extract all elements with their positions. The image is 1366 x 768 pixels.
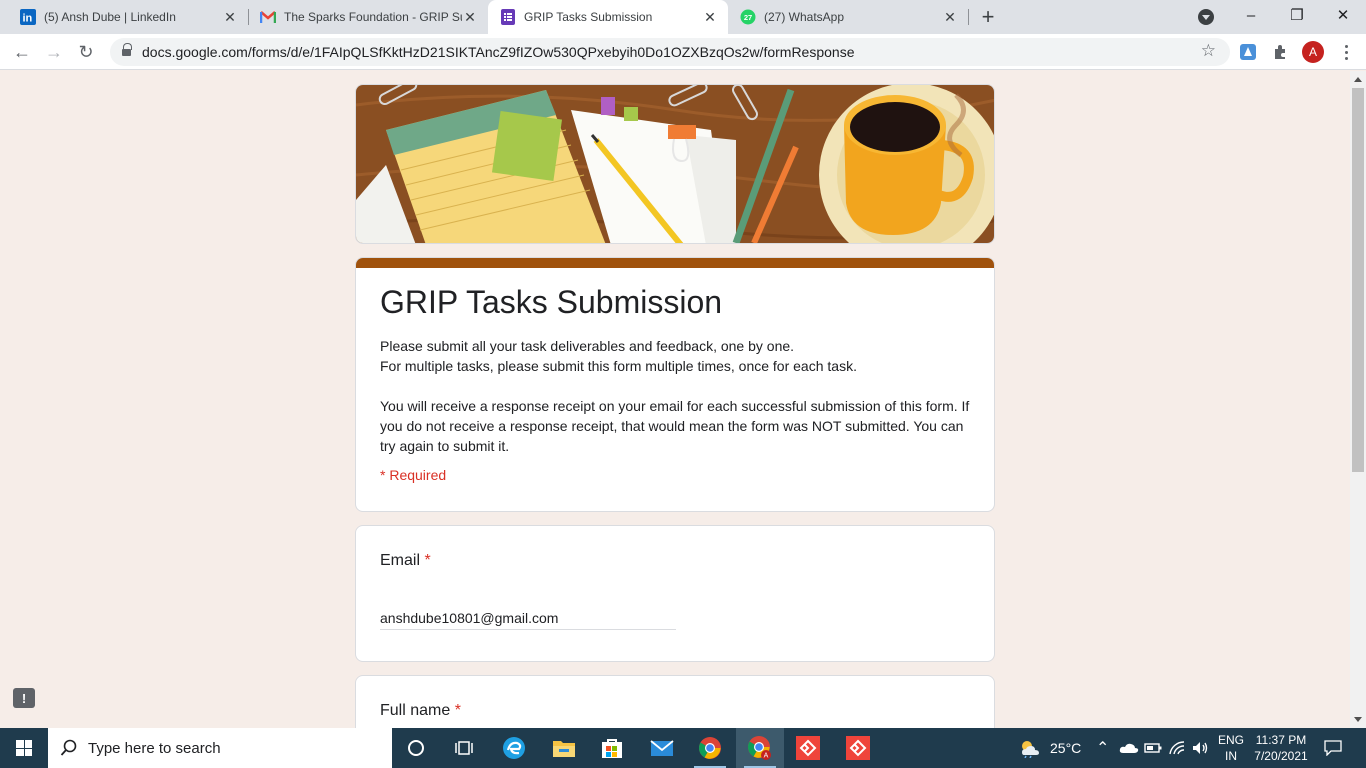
tab-title: (27) WhatsApp bbox=[764, 10, 845, 24]
close-window-button[interactable]: ✕ bbox=[1320, 0, 1366, 30]
show-hidden-icons-chevron-icon[interactable]: ⌃ bbox=[1096, 738, 1109, 758]
question-label-text: Email bbox=[380, 552, 421, 569]
tab-divider bbox=[968, 9, 969, 25]
microsoft-store-icon[interactable] bbox=[588, 728, 636, 768]
onedrive-cloud-icon[interactable] bbox=[1118, 728, 1140, 768]
wifi-icon[interactable] bbox=[1166, 728, 1188, 768]
weather-icon[interactable] bbox=[1012, 728, 1048, 768]
tab-title: GRIP Tasks Submission bbox=[524, 10, 653, 24]
tab-linkedin[interactable]: in (5) Ansh Dube | LinkedIn ✕ bbox=[8, 0, 248, 34]
report-feedback-icon[interactable]: ! bbox=[13, 688, 35, 708]
browser-menu-icon[interactable] bbox=[1336, 42, 1356, 62]
bookmark-star-icon[interactable]: ☆ bbox=[1201, 41, 1216, 61]
mail-icon[interactable] bbox=[638, 728, 686, 768]
start-button[interactable] bbox=[0, 728, 48, 768]
input-language[interactable]: ENG bbox=[1216, 733, 1246, 747]
tab-title: (5) Ansh Dube | LinkedIn bbox=[44, 10, 176, 24]
browser-tab-strip: in (5) Ansh Dube | LinkedIn ✕ The Sparks… bbox=[0, 0, 1366, 34]
required-asterisk: * bbox=[424, 552, 431, 569]
required-asterisk: * bbox=[454, 702, 461, 719]
google-forms-icon bbox=[500, 9, 516, 25]
extensions-puzzle-icon[interactable] bbox=[1270, 42, 1290, 62]
close-tab-icon[interactable]: ✕ bbox=[462, 9, 478, 25]
linkedin-icon: in bbox=[20, 9, 36, 25]
chrome-icon[interactable] bbox=[686, 728, 734, 768]
whatsapp-badge: 27 bbox=[744, 13, 752, 22]
taskbar-search-box[interactable]: Type here to search bbox=[48, 728, 392, 768]
clock-time[interactable]: 11:37 PM bbox=[1250, 733, 1312, 747]
file-explorer-icon[interactable] bbox=[540, 728, 588, 768]
scroll-thumb[interactable] bbox=[1352, 88, 1364, 472]
search-icon bbox=[60, 739, 77, 756]
chrome-profile-badge: A bbox=[764, 753, 769, 760]
chrome-profile-icon[interactable]: A bbox=[736, 728, 784, 768]
form-title-card: GRIP Tasks Submission Please submit all … bbox=[355, 257, 995, 512]
tab-google-forms[interactable]: GRIP Tasks Submission ✕ bbox=[488, 0, 728, 34]
required-note: * Required bbox=[380, 467, 447, 483]
tab-gmail[interactable]: The Sparks Foundation - GRIP Submission … bbox=[248, 0, 488, 34]
search-placeholder: Type here to search bbox=[88, 739, 221, 757]
windows-taskbar: Type here to search A 25°C ⌃ ENG IN 11:3… bbox=[0, 728, 1366, 768]
question-label-text: Full name bbox=[380, 702, 451, 719]
windows-logo-icon bbox=[16, 740, 32, 756]
email-field[interactable] bbox=[380, 606, 676, 630]
question-card-email: Email * bbox=[355, 525, 995, 662]
lock-icon bbox=[122, 43, 132, 57]
form-header-image bbox=[355, 84, 995, 244]
cortana-icon[interactable] bbox=[392, 728, 440, 768]
task-view-icon[interactable] bbox=[440, 728, 488, 768]
new-tab-button[interactable]: + bbox=[976, 4, 1000, 29]
page-scrollbar[interactable] bbox=[1350, 71, 1366, 728]
extension-icon[interactable] bbox=[1238, 42, 1258, 62]
scroll-down-arrow-icon[interactable] bbox=[1354, 717, 1362, 722]
tab-whatsapp[interactable]: 27 (27) WhatsApp ✕ bbox=[728, 0, 968, 34]
question-card-full-name: Full name * bbox=[355, 675, 995, 728]
weather-temperature[interactable]: 25°C bbox=[1050, 740, 1081, 756]
clock-date[interactable]: 7/20/2021 bbox=[1250, 749, 1312, 763]
form-accent-bar bbox=[356, 258, 994, 268]
whatsapp-icon: 27 bbox=[740, 9, 756, 25]
form-description: Please submit all your task deliverables… bbox=[380, 338, 970, 454]
scroll-up-arrow-icon[interactable] bbox=[1354, 77, 1362, 82]
address-bar[interactable]: docs.google.com/forms/d/e/1FAIpQLSfKktHz… bbox=[110, 38, 1230, 66]
notifications-icon[interactable] bbox=[1318, 728, 1348, 768]
forward-icon[interactable]: → bbox=[40, 38, 68, 66]
svg-text:in: in bbox=[23, 13, 33, 25]
battery-icon[interactable] bbox=[1142, 728, 1164, 768]
close-tab-icon[interactable]: ✕ bbox=[702, 9, 718, 25]
restore-button[interactable]: ❐ bbox=[1274, 0, 1320, 30]
gmail-icon bbox=[260, 9, 276, 25]
anydesk-icon[interactable] bbox=[784, 728, 832, 768]
close-tab-icon[interactable]: ✕ bbox=[222, 9, 238, 25]
question-label: Full name * bbox=[380, 702, 461, 720]
anydesk-icon[interactable] bbox=[834, 728, 882, 768]
browser-toolbar: ← → ↻ docs.google.com/forms/d/e/1FAIpQLS… bbox=[0, 34, 1366, 70]
input-region[interactable]: IN bbox=[1216, 749, 1246, 763]
back-icon[interactable]: ← bbox=[8, 38, 36, 66]
minimize-button[interactable]: – bbox=[1228, 0, 1274, 30]
url-text[interactable]: docs.google.com/forms/d/e/1FAIpQLSfKktHz… bbox=[142, 44, 855, 60]
page-viewport: GRIP Tasks Submission Please submit all … bbox=[0, 71, 1350, 728]
question-label: Email * bbox=[380, 552, 431, 570]
profile-avatar[interactable]: A bbox=[1302, 41, 1324, 63]
edge-icon[interactable] bbox=[490, 728, 538, 768]
tab-title: The Sparks Foundation - GRIP Submission bbox=[284, 10, 462, 24]
tab-search-icon[interactable] bbox=[1198, 9, 1214, 25]
close-tab-icon[interactable]: ✕ bbox=[942, 9, 958, 25]
form-title: GRIP Tasks Submission bbox=[380, 284, 723, 320]
volume-icon[interactable] bbox=[1188, 728, 1212, 768]
reload-icon[interactable]: ↻ bbox=[72, 38, 100, 66]
